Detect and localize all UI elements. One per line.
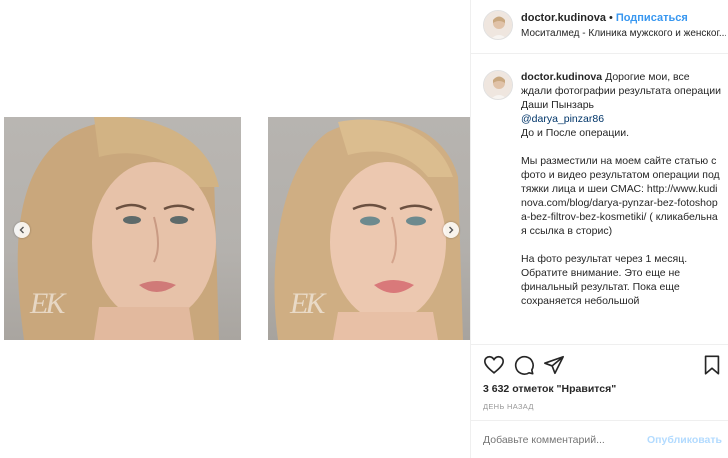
likes-count[interactable]: 3 632 отметок "Нравится" [483,383,616,395]
separator-dot: • [608,12,613,24]
comment-icon [514,355,534,375]
save-button[interactable] [701,354,723,376]
chevron-left-icon [19,226,24,234]
avatar[interactable] [483,10,513,40]
after-photo: ЕК [268,117,470,340]
location-link[interactable]: Моситалмед - Клиника мужского и женског.… [521,28,726,39]
watermark-logo: ЕК [290,287,325,320]
previous-photo-button[interactable] [14,222,30,238]
share-icon [544,355,564,375]
bookmark-icon [704,355,720,375]
post-side-panel: doctor.kudinova • Подписаться Моситалмед -… [470,0,728,458]
divider [471,344,728,345]
caption-paragraph: doctor.kudinova Дорогие мои, все ждали фо… [521,70,721,140]
chevron-right-icon [449,226,454,234]
header-username[interactable]: doctor.kudinova [521,12,606,24]
action-bar [481,354,721,378]
caption-paragraph: Мы разместили на моем сайте статью с фот… [521,155,720,237]
publish-button[interactable]: Опубликовать [647,434,722,446]
comment-input[interactable] [483,434,633,446]
post-header: doctor.kudinova • Подписаться Моситалмед -… [471,0,728,54]
avatar[interactable] [483,70,513,100]
post-caption: doctor.kudinova Дорогие мои, все ждали фо… [521,70,721,342]
like-button[interactable] [483,354,505,376]
mention-link[interactable]: @darya_pinzar86 [521,113,604,125]
caption-paragraph: На фото результат через 1 месяц. Обратит… [521,253,688,307]
divider [471,420,728,421]
avatar-image [484,11,512,39]
heart-icon [484,355,504,374]
next-photo-button[interactable] [443,222,459,238]
post-timestamp[interactable]: день назад [483,402,534,411]
header-user-line: doctor.kudinova • Подписаться [521,12,688,24]
watermark-logo: ЕК [30,287,65,320]
caption-username[interactable]: doctor.kudinova [521,71,602,83]
follow-button[interactable]: Подписаться [616,12,688,24]
share-button[interactable] [543,354,565,376]
comment-button[interactable] [513,354,535,376]
post-media: ЕК ЕК [0,0,470,458]
before-photo: ЕК [4,117,241,340]
avatar-image [484,71,512,99]
caption-text: До и После операции. [521,127,629,139]
